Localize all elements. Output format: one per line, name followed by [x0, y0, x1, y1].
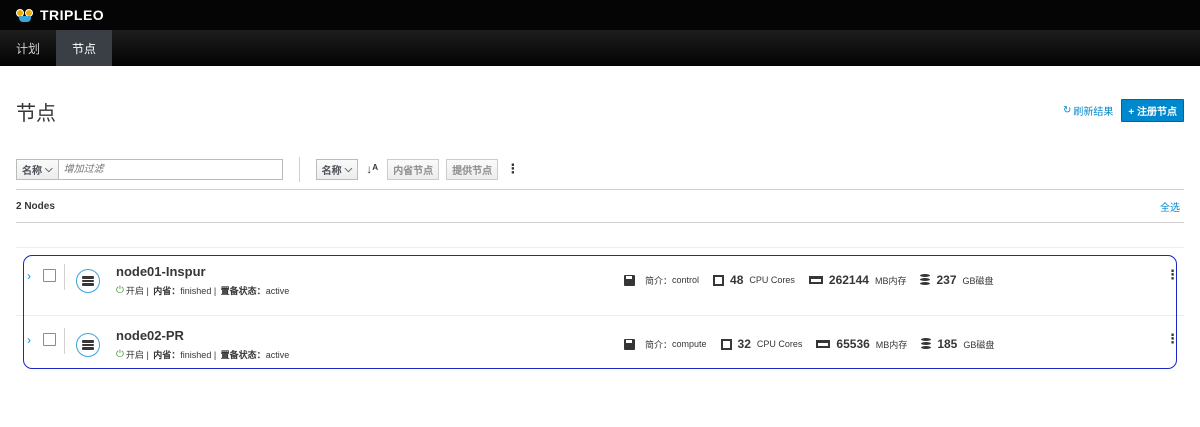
brand-name: TRIPLEO	[40, 7, 105, 23]
filter-toolbar: 名称 ⌵ 名称 ⌵ ↓ᴬ 内省节点 提供节点 ⋮	[16, 148, 1184, 190]
register-nodes-button[interactable]: + 注册节点	[1121, 99, 1184, 122]
brand-logo[interactable]: TRIPLEO	[16, 7, 104, 23]
sort-field-dropdown[interactable]: 名称 ⌵	[315, 158, 359, 180]
list-divider	[16, 247, 1184, 248]
chevron-down-icon: ⌵	[344, 163, 353, 175]
provide-nodes-button[interactable]: 提供节点	[446, 158, 499, 180]
owl-logo-icon	[16, 8, 34, 22]
filter-field-dropdown[interactable]: 名称 ⌵	[16, 158, 59, 180]
filter-input[interactable]	[58, 158, 283, 180]
tab-plans[interactable]: 计划	[0, 30, 56, 66]
main-nav: 计划 节点	[0, 30, 1200, 66]
introspect-nodes-button[interactable]: 内省节点	[387, 158, 440, 180]
tab-nodes[interactable]: 节点	[56, 30, 113, 66]
toolbar-divider	[298, 156, 300, 182]
sort-alpha-asc-icon[interactable]: ↓ᴬ	[366, 162, 380, 176]
refresh-icon: ↻	[1062, 105, 1072, 116]
filter-field-label: 名称	[22, 165, 42, 177]
refresh-label: 刷新结果	[1073, 107, 1114, 118]
node-count: 2 Nodes	[16, 200, 55, 212]
list-summary: 2 Nodes 全选	[16, 189, 1184, 223]
select-all-link[interactable]: 全选	[1160, 199, 1180, 214]
page-title: 节点	[16, 103, 56, 125]
sort-field-label: 名称	[321, 165, 342, 177]
chevron-down-icon: ⌵	[45, 163, 53, 175]
selection-highlight	[23, 255, 1177, 369]
refresh-results-link[interactable]: ↻ 刷新结果	[1063, 103, 1113, 118]
top-header: TRIPLEO	[0, 0, 1200, 30]
title-actions: ↻ 刷新结果 + 注册节点	[1063, 99, 1184, 122]
toolbar-kebab-icon[interactable]: ⋮	[506, 161, 519, 177]
